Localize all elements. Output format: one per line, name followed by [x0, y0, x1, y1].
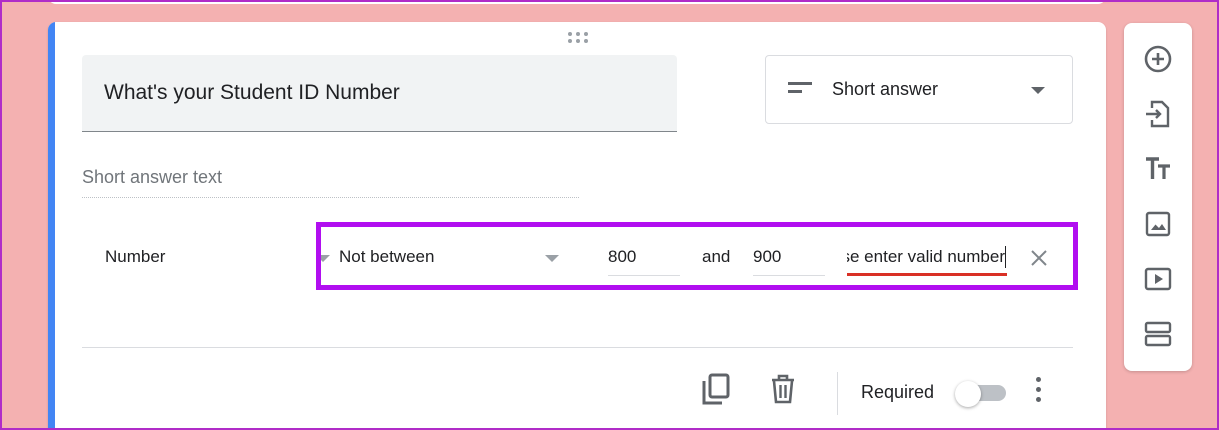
min-value: 800	[608, 247, 637, 266]
condition-chevron-icon[interactable]	[545, 255, 559, 262]
video-icon[interactable]	[1143, 264, 1173, 294]
previous-card-edge	[48, 0, 1106, 4]
required-toggle-knob[interactable]	[955, 381, 981, 407]
question-type-label: Short answer	[832, 79, 939, 99]
active-card-indicator	[48, 22, 55, 430]
max-value-input[interactable]: 900	[753, 238, 825, 276]
custom-error-text-input[interactable]: Please enter valid number	[847, 238, 1007, 276]
more-options-icon[interactable]	[1035, 377, 1043, 405]
validation-condition-select[interactable]: Not between	[339, 247, 434, 267]
duplicate-icon[interactable]	[701, 373, 731, 407]
min-value-input[interactable]: 800	[608, 238, 680, 276]
validation-type-select[interactable]: Number	[105, 247, 165, 267]
close-icon[interactable]	[1028, 247, 1050, 269]
max-value: 900	[753, 247, 782, 266]
question-card[interactable]: What's your Student ID Number Short answ…	[48, 22, 1106, 430]
add-section-icon[interactable]	[1143, 319, 1173, 349]
floating-toolbar	[1124, 23, 1192, 371]
question-title: What's your Student ID Number	[104, 81, 400, 104]
drag-handle-icon[interactable]	[566, 32, 590, 46]
chevron-down-icon	[1031, 87, 1045, 94]
delete-icon[interactable]	[768, 373, 798, 407]
footer-divider	[82, 347, 1073, 348]
question-type-dropdown[interactable]: Short answer	[765, 55, 1073, 124]
short-answer-icon	[788, 82, 812, 96]
required-label: Required	[861, 382, 935, 402]
image-icon[interactable]	[1143, 209, 1173, 239]
short-answer-placeholder: Short answer text	[82, 167, 223, 187]
and-label: and	[702, 247, 731, 266]
question-title-field[interactable]: What's your Student ID Number	[82, 55, 677, 132]
title-text-icon[interactable]	[1143, 154, 1173, 184]
import-questions-icon[interactable]	[1143, 99, 1173, 129]
custom-error-text: Please enter valid number	[847, 247, 1005, 266]
text-cursor	[1005, 246, 1006, 268]
short-answer-preview: Short answer text	[82, 165, 579, 198]
footer-vertical-divider	[837, 372, 838, 415]
add-question-icon[interactable]	[1143, 44, 1173, 74]
